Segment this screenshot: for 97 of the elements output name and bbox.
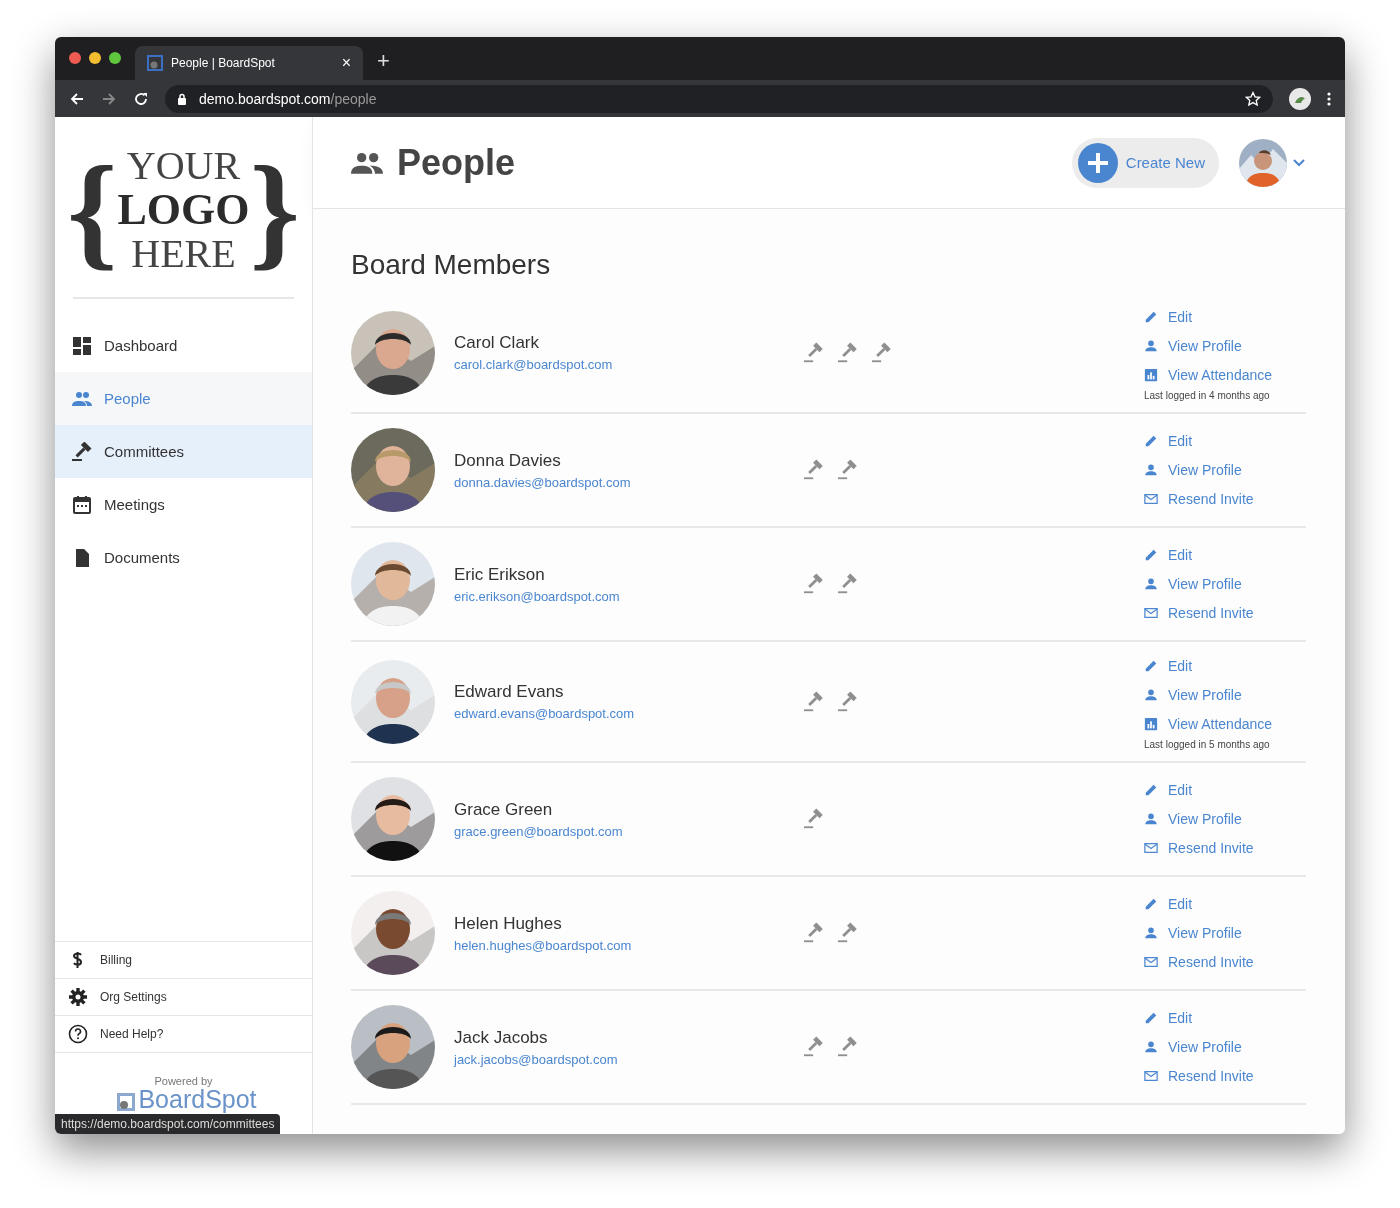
person-icon [1144,926,1158,940]
member-name: Edward Evans [454,682,565,702]
member-name: Carol Clark [454,333,541,353]
action-link[interactable]: Edit [1144,775,1254,805]
envelope-icon [1144,1069,1158,1083]
last-login-text: Last logged in 4 months ago [1144,389,1271,403]
reload-icon[interactable] [133,90,149,107]
action-link[interactable]: Edit [1144,540,1254,570]
action-link[interactable]: Resend Invite [1144,947,1254,977]
person-icon [1144,463,1158,477]
gear-icon [68,987,88,1007]
person-icon [1144,338,1158,353]
pencil-icon [1144,434,1158,448]
person-icon [1144,577,1158,591]
sidebar-item[interactable]: Meetings [55,478,312,532]
chevron-down-icon[interactable] [1293,158,1305,167]
sidebar-item[interactable]: Documents [55,531,312,585]
envelope-icon [1144,606,1158,620]
people-icon [351,151,383,174]
action-link[interactable]: Edit [1144,1003,1254,1033]
email-link[interactable]: carol.clark@boardspot.com [454,357,804,372]
new-tab-button[interactable]: + [363,48,404,80]
page-title: People [397,141,516,184]
pencil-icon [1144,548,1158,562]
powered-by-text: Powered by [154,1075,213,1087]
maximize-window-button[interactable] [109,51,121,64]
pencil-icon [1144,1011,1158,1025]
action-link[interactable]: View Profile [1144,331,1273,360]
action-link[interactable]: Resend Invite [1144,598,1254,628]
email-link[interactable]: grace.green@boardspot.com [454,823,804,839]
profile-icon[interactable] [1289,87,1311,110]
url-text: demo.boardspot.com/people [199,90,378,107]
action-link[interactable]: Edit [1144,426,1254,456]
favicon-icon [147,55,163,71]
member-name: Grace Green [454,799,554,820]
last-login-text: Last logged in 5 months ago [1144,738,1271,752]
back-icon[interactable] [69,90,85,107]
action-link[interactable]: Edit [1144,302,1273,331]
email-link[interactable]: donna.davies@boardspot.com [454,474,804,490]
member-name: Donna Davies [454,450,562,471]
status-url-tooltip: https://demo.boardspot.com/committees [55,1114,281,1134]
help-icon [68,1024,88,1044]
email-link[interactable]: edward.evans@boardspot.com [454,706,804,721]
sidebar-footer-item[interactable]: Org Settings [55,979,312,1016]
action-link[interactable]: Resend Invite [1144,484,1254,514]
action-link[interactable]: View Profile [1144,918,1254,948]
calendar-icon [72,494,92,515]
email-link[interactable]: eric.erikson@boardspot.com [454,588,804,604]
envelope-icon [1144,955,1158,969]
action-link[interactable]: View Attendance [1144,709,1273,738]
person-icon [1144,687,1158,702]
action-link[interactable]: View Profile [1144,455,1254,485]
action-link[interactable]: Resend Invite [1144,833,1254,863]
member-name: Helen Hughes [454,913,563,934]
bar-chart-icon [1144,367,1158,382]
close-tab-button[interactable]: × [341,54,351,72]
menu-icon[interactable] [1327,90,1331,107]
pencil-icon [1144,897,1158,911]
bookmark-star-icon[interactable] [1245,90,1261,107]
person-icon [1144,1040,1158,1054]
forward-icon[interactable] [101,90,117,107]
action-link[interactable]: View Profile [1144,804,1254,834]
dashboard-icon [72,335,92,356]
action-link[interactable]: Resend Invite [1144,1061,1254,1091]
gavel-icon [72,441,92,462]
pencil-icon [1144,309,1158,324]
plus-icon [1077,142,1118,183]
pencil-icon [1144,658,1158,673]
envelope-icon [1144,841,1158,855]
sidebar-item[interactable]: People [55,372,312,426]
action-link[interactable]: View Profile [1144,680,1273,709]
create-new-button[interactable]: Create New [1071,137,1219,188]
action-link[interactable]: Edit [1144,651,1273,680]
minimize-window-button[interactable] [89,51,101,64]
action-link[interactable]: Edit [1144,889,1254,919]
address-bar[interactable]: demo.boardspot.com/people [165,84,1273,113]
section-title: Board Members [351,249,552,281]
sidebar-footer-item[interactable]: Billing [55,942,312,979]
action-link[interactable]: View Profile [1144,1032,1254,1062]
email-link[interactable]: helen.hughes@boardspot.com [454,937,804,953]
pencil-icon [1144,783,1158,797]
member-name: Eric Erikson [454,564,546,585]
sidebar-footer-item[interactable]: Need Help? [55,1016,312,1053]
brand-logo-icon [116,1092,137,1112]
envelope-icon [1144,492,1158,506]
person-icon [1144,812,1158,826]
sidebar-item[interactable]: Committees [55,425,312,479]
bar-chart-icon [1144,716,1158,731]
brand-name[interactable]: BoardSpot [138,1087,257,1112]
member-name: Jack Jacobs [454,1027,549,1048]
email-link[interactable]: jack.jacobs@boardspot.com [454,1051,804,1067]
action-link[interactable]: View Attendance [1144,360,1273,389]
browser-tab[interactable]: People | BoardSpot × [135,46,363,80]
lock-icon [177,92,187,105]
close-window-button[interactable] [69,51,81,64]
action-link[interactable]: View Profile [1144,569,1254,599]
sidebar-item[interactable]: Dashboard [55,319,312,373]
